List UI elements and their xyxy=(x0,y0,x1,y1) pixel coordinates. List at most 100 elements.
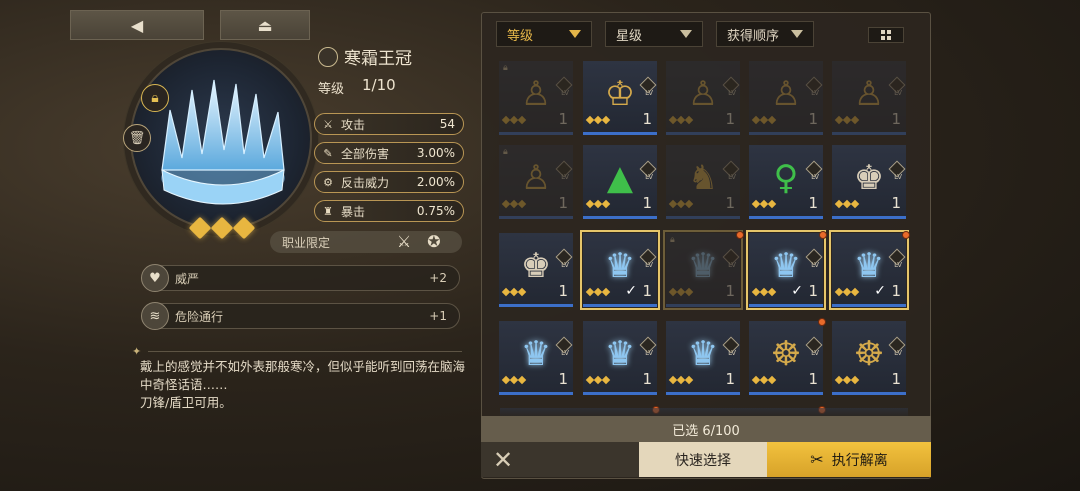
grid-item-gold-bust[interactable]: ♔ LV 1 xyxy=(583,61,657,135)
gear-icon: ⚙ xyxy=(323,175,333,189)
level-prefix: LV xyxy=(561,89,569,97)
item-stars xyxy=(668,199,694,209)
ice-crown-icon xyxy=(161,79,285,205)
item-stars xyxy=(834,199,860,209)
close-button[interactable]: ✕ xyxy=(481,442,639,477)
star-icon xyxy=(684,287,694,297)
grid-item-trophy[interactable]: ♞ LV 1 xyxy=(666,145,740,219)
level-prefix: LV xyxy=(728,261,736,269)
grid-item-ice-crown[interactable]: 🔒︎ ♛ LV 1 xyxy=(663,230,743,310)
grid-item-ice-crown[interactable]: ♛ LV 1 ✓ xyxy=(746,230,826,310)
level-prefix: LV xyxy=(894,349,902,357)
grid-item-green-dancer[interactable]: ♀ LV 1 xyxy=(749,145,823,219)
grid-item-ship-wheel[interactable]: ☸ LV 1 xyxy=(832,321,906,395)
item-level: 1 xyxy=(558,194,568,212)
level-prefix: LV xyxy=(728,349,736,357)
item-category-icon xyxy=(318,46,338,67)
crossed-swords-icon[interactable]: ⚔ xyxy=(392,229,416,253)
lock-button[interactable]: 🔒︎ xyxy=(141,84,169,112)
star-icon xyxy=(684,199,694,209)
ice-crown-icon: ♛ xyxy=(687,246,719,286)
level-label: 等级 xyxy=(318,82,345,97)
checkmark-icon: ✓ xyxy=(791,283,803,299)
level-prefix: LV xyxy=(811,261,819,269)
sort-order-dropdown[interactable]: 获得顺序 xyxy=(716,21,814,47)
grid-item-ice-crown[interactable]: ♛ LV 1 xyxy=(666,321,740,395)
item-description: 戴上的感觉并不如外表那般寒冷，但似乎能听到回荡在脑海中奇怪话语…… 刀锋/盾卫可… xyxy=(140,359,466,410)
grid-item-green-crystal[interactable]: ▲ LV 1 xyxy=(583,145,657,219)
grid-item-statue[interactable]: ♙ LV 1 xyxy=(832,61,906,135)
grid-item-ice-crown[interactable]: ♛ LV 1 ✓ xyxy=(580,230,660,310)
chevron-down-icon xyxy=(569,30,581,38)
grid-view-button[interactable] xyxy=(868,27,904,43)
shield-icon[interactable]: ✪ xyxy=(422,229,446,253)
star-icon xyxy=(684,375,694,385)
nutcracker-icon: ♚ xyxy=(853,158,885,198)
item-stars xyxy=(585,115,611,125)
item-level: 1 xyxy=(808,110,818,128)
lock-icon: 🔒︎ xyxy=(503,147,508,157)
lock-icon: 🔒︎ xyxy=(151,90,159,106)
grid-item-ice-crown[interactable]: ♛ LV 1 ✓ xyxy=(829,230,909,310)
item-stars xyxy=(501,375,527,385)
statue-icon: ♙ xyxy=(687,74,719,114)
item-level: 1 xyxy=(891,370,901,388)
grid-item-statue[interactable]: ♙ LV 1 xyxy=(749,61,823,135)
dismantle-icon: ✂ xyxy=(810,450,824,469)
perk-majesty[interactable]: ♥ 威严 +2 xyxy=(141,264,460,292)
star-icon xyxy=(684,115,694,125)
item-stars xyxy=(668,115,694,125)
item-stars xyxy=(834,375,860,385)
ship-wheel-icon: ☸ xyxy=(853,334,885,374)
green-dancer-icon: ♀ xyxy=(773,158,799,198)
item-stars xyxy=(668,287,694,297)
item-stars xyxy=(501,115,527,125)
item-stars xyxy=(751,115,777,125)
eject-button[interactable]: ⏏ xyxy=(220,10,310,40)
grid-item-ice-crown[interactable]: ♛ LV 1 xyxy=(499,321,573,395)
grid-item-statue[interactable]: ♙ LV 1 xyxy=(666,61,740,135)
close-icon: ✕ xyxy=(493,445,514,474)
grid-item-statue[interactable]: 🔒︎ ♙ LV 1 xyxy=(499,145,573,219)
item-stars xyxy=(668,375,694,385)
grid-item-ship-wheel[interactable]: ☸ LV 1 xyxy=(749,321,823,395)
statue-icon: ♙ xyxy=(520,74,552,114)
level-prefix: LV xyxy=(728,89,736,97)
quick-select-button[interactable]: 快速选择 xyxy=(639,442,767,477)
level-prefix: LV xyxy=(561,349,569,357)
item-level: 1 xyxy=(808,194,818,212)
grid-item-nutcracker[interactable]: ♚ LV 1 xyxy=(499,233,573,307)
level-prefix: LV xyxy=(894,173,902,181)
statue-icon: ♙ xyxy=(853,74,885,114)
item-title: 寒霜王冠 xyxy=(318,44,412,69)
star-icon xyxy=(517,287,527,297)
execute-dismantle-button[interactable]: ✂ 执行解离 xyxy=(767,442,931,477)
notification-dot xyxy=(818,318,826,326)
divider xyxy=(148,351,462,352)
grid-item-ice-crown[interactable]: ♛ LV 1 xyxy=(583,321,657,395)
notification-dot xyxy=(902,231,910,239)
item-level: 1 xyxy=(558,370,568,388)
item-level: 1 xyxy=(558,282,568,300)
grid-item-statue[interactable]: 🔒︎ ♙ LV 1 xyxy=(499,61,573,135)
item-stars xyxy=(834,115,860,125)
item-stars xyxy=(834,287,860,297)
stat-attack: ⚔ 攻击 54 xyxy=(314,113,464,135)
item-level: 1 xyxy=(891,194,901,212)
delete-button[interactable]: 🗑︎ xyxy=(123,124,151,152)
level-prefix: LV xyxy=(645,173,653,181)
item-level: 1 xyxy=(642,194,652,212)
statue-icon: ♙ xyxy=(520,158,552,198)
sort-level-dropdown[interactable]: 等级 xyxy=(496,21,592,47)
star-icon xyxy=(601,199,611,209)
back-button[interactable]: ◀ xyxy=(70,10,204,40)
star-icon xyxy=(188,216,212,240)
grid-item-nutcracker[interactable]: ♚ LV 1 xyxy=(832,145,906,219)
level-prefix: LV xyxy=(894,89,902,97)
lock-icon: 🔒︎ xyxy=(503,63,508,73)
star-icon xyxy=(850,199,860,209)
perk-danger-pass[interactable]: ≋ 危险通行 +1 xyxy=(141,302,460,330)
trophy-icon: ♞ xyxy=(687,158,719,198)
sort-star-dropdown[interactable]: 星级 xyxy=(605,21,703,47)
star-icon xyxy=(210,216,234,240)
